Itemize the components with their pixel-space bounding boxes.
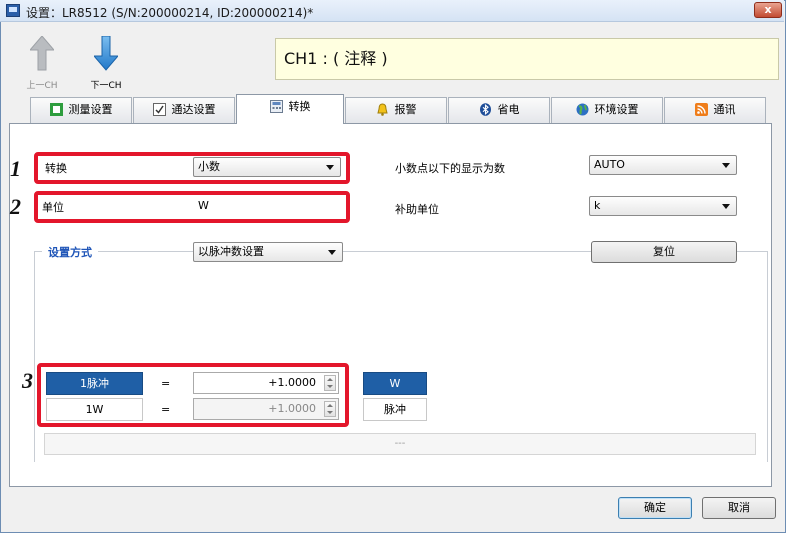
spinner-icon	[324, 401, 336, 417]
unit-label: 单位	[42, 201, 64, 214]
pulse-reciprocal-spinbox: +1.0000	[193, 398, 339, 420]
chevron-down-icon	[328, 250, 336, 255]
sub-unit-value: k	[594, 199, 601, 212]
unit-per-pulse-cell: 1W	[46, 398, 143, 421]
tab-power-saving[interactable]: 省电	[448, 97, 550, 123]
tab-environment[interactable]: 环境设置	[551, 97, 663, 123]
tab-label: 环境设置	[594, 103, 639, 116]
cancel-button[interactable]: 取消	[702, 497, 776, 519]
unit-w-cell: W	[363, 372, 427, 395]
decimals-select[interactable]: AUTO	[589, 155, 737, 175]
tab-label: 转换	[288, 100, 311, 113]
tab-measurement[interactable]: 测量设置	[30, 97, 132, 123]
pulse-reciprocal-value: +1.0000	[268, 402, 316, 415]
tab-channel[interactable]: 通达设置	[133, 97, 235, 123]
pulse-value-spinbox[interactable]: +1.0000	[193, 372, 339, 394]
chevron-down-icon	[722, 163, 730, 168]
next-channel-button[interactable]: 下一CH	[86, 36, 126, 91]
window-title: 设置：LR8512 (S/N:200000214, ID:200000214)*	[26, 6, 314, 20]
bluetooth-icon	[479, 102, 491, 116]
bell-icon	[376, 102, 388, 116]
callout-2: 2	[10, 194, 21, 219]
pulse-count-cell: 1脉冲	[46, 372, 143, 395]
equals-sign: =	[161, 403, 171, 416]
chevron-down-icon	[722, 204, 730, 209]
tab-label: 省电	[497, 103, 520, 116]
tab-label: 测量设置	[68, 103, 113, 116]
pulse-value: +1.0000	[268, 376, 316, 389]
callout-3: 3	[22, 368, 33, 393]
tab-label: 报警	[394, 103, 417, 116]
globe-icon	[576, 103, 588, 115]
arrow-up-icon	[30, 36, 54, 71]
reset-button[interactable]: 复位	[591, 241, 737, 263]
check-icon	[152, 102, 166, 116]
setting-method-select[interactable]: 以脉冲数设置	[193, 242, 343, 262]
next-channel-label: 下一CH	[90, 81, 122, 91]
decimals-value: AUTO	[594, 158, 625, 171]
setting-method-title: 设置方式	[42, 244, 98, 260]
rss-icon	[694, 102, 708, 116]
calculator-icon	[269, 99, 283, 113]
tab-label: 通讯	[713, 103, 736, 116]
setting-method-value: 以脉冲数设置	[198, 245, 264, 258]
unit-input[interactable]: W	[193, 196, 343, 216]
tab-alarm[interactable]: 报警	[345, 97, 447, 123]
group-border-left	[34, 251, 35, 462]
conversion-label: 转换	[45, 162, 67, 175]
callout-1: 1	[10, 156, 21, 181]
decimals-label: 小数点以下的显示为数	[395, 162, 505, 175]
tab-conversion[interactable]: 转换	[236, 94, 344, 124]
close-button[interactable]: x	[754, 2, 782, 18]
conversion-status-bar: ---	[44, 433, 756, 455]
sub-unit-label: 补助单位	[395, 203, 439, 216]
tab-label: 通达设置	[171, 103, 216, 116]
sub-unit-select[interactable]: k	[589, 196, 737, 216]
ok-button[interactable]: 确定	[618, 497, 692, 519]
tab-communication[interactable]: 通讯	[664, 97, 766, 123]
pulse-unit-cell: 脉冲	[363, 398, 427, 421]
chevron-down-icon	[326, 165, 334, 170]
conversion-value: 小数	[198, 160, 220, 173]
window-icon	[6, 4, 20, 17]
equals-sign: =	[161, 377, 171, 390]
channel-comment: CH1 : ( 注释 )	[275, 38, 779, 80]
spinner-icon[interactable]	[324, 375, 336, 391]
prev-channel-label: 上一CH	[26, 81, 58, 91]
group-border-right	[767, 251, 768, 462]
prev-channel-button[interactable]: 上一CH	[22, 36, 62, 91]
measure-icon	[49, 102, 63, 116]
conversion-select[interactable]: 小数	[193, 157, 341, 177]
arrow-down-icon	[94, 36, 118, 71]
